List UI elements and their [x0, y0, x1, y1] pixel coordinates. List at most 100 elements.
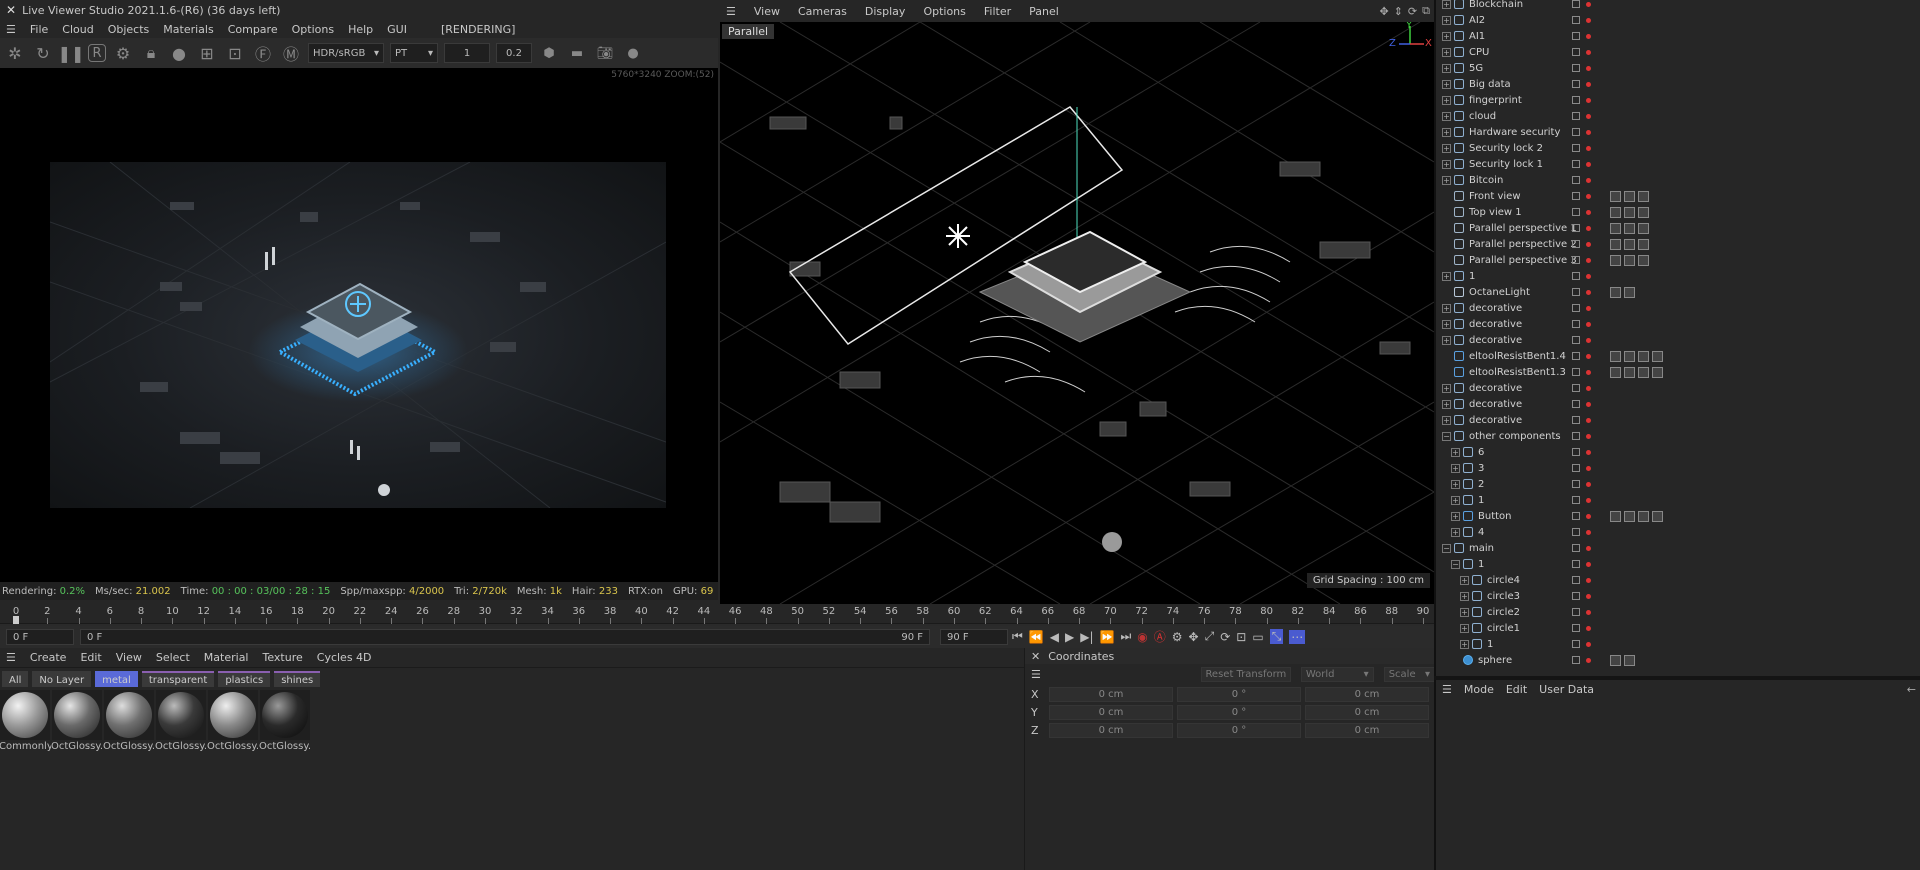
refresh-icon[interactable]: ↻ [32, 42, 54, 64]
record-icon[interactable]: ◉ [1137, 630, 1147, 644]
visibility-check-icon[interactable] [1572, 432, 1580, 440]
tag-icon[interactable] [1624, 510, 1635, 522]
object-row[interactable]: + CPU [1436, 44, 1920, 60]
step-back-icon[interactable]: ◀ [1050, 630, 1059, 644]
visibility-check-icon[interactable] [1572, 544, 1580, 552]
tag-icon[interactable] [1610, 222, 1621, 234]
visibility-check-icon[interactable] [1572, 96, 1580, 104]
expand-icon[interactable]: + [1442, 303, 1451, 313]
expand-icon[interactable]: + [1460, 591, 1469, 601]
key-position-icon[interactable]: ✥ [1189, 630, 1199, 644]
object-row[interactable]: eltoolResistBent1.3 [1436, 364, 1920, 380]
tag-icon[interactable] [1610, 190, 1621, 202]
tag-icon[interactable] [1624, 238, 1635, 250]
render-dot-icon[interactable] [1586, 465, 1591, 471]
render-dot-icon[interactable] [1586, 145, 1591, 151]
lv-menu-gui[interactable]: GUI [387, 23, 407, 36]
visibility-check-icon[interactable] [1572, 112, 1580, 120]
render-dot-icon[interactable] [1586, 561, 1591, 567]
visibility-check-icon[interactable] [1572, 608, 1580, 616]
object-row[interactable]: Parallel perspective 2 [1436, 236, 1920, 252]
object-row[interactable]: + circle3 [1436, 588, 1920, 604]
timeline-ruler[interactable]: 0 2 4 6 8 10 12 14 16 18 20 22 24 26 28 30 32 34 36 38 40 42 4… [0, 604, 1434, 624]
frame-range-bar[interactable]: 0 F 90 F [80, 629, 930, 645]
collapse-icon[interactable]: − [1442, 543, 1451, 553]
expand-icon[interactable]: + [1442, 31, 1451, 41]
render-dot-icon[interactable] [1586, 97, 1591, 103]
layer-tab-all[interactable]: All [2, 671, 29, 687]
expand-icon[interactable]: + [1460, 607, 1469, 617]
render-dot-icon[interactable] [1586, 113, 1591, 119]
lv-menu-help[interactable]: Help [348, 23, 373, 36]
render-view[interactable]: 5760*3240 ZOOM:(52) [0, 68, 718, 582]
expand-icon[interactable]: + [1451, 447, 1460, 457]
scale-select[interactable]: Scale ▾ [1383, 666, 1435, 682]
value-field-2[interactable]: 0.2 [496, 43, 532, 63]
object-row[interactable]: + circle2 [1436, 604, 1920, 620]
expand-icon[interactable]: + [1442, 175, 1451, 185]
maximize-icon[interactable]: ⧉ [1422, 4, 1430, 18]
render-dot-icon[interactable] [1586, 17, 1591, 23]
key-param-icon[interactable]: ⊡ [1236, 630, 1246, 644]
back-arrow-icon[interactable]: ← [1907, 683, 1916, 696]
tag-icon[interactable] [1638, 190, 1649, 202]
tag-icon[interactable] [1624, 190, 1635, 202]
tag-icon[interactable] [1610, 654, 1621, 666]
render-dot-icon[interactable] [1586, 577, 1591, 583]
expand-icon[interactable]: + [1442, 0, 1451, 9]
layer-tab-transparent[interactable]: transparent [141, 671, 215, 687]
object-row[interactable]: −1 [1436, 556, 1920, 572]
visibility-check-icon[interactable] [1572, 496, 1580, 504]
object-row[interactable]: + AI1 [1436, 28, 1920, 44]
move-icon[interactable]: ⇕ [1394, 5, 1403, 18]
object-row[interactable]: + decorative [1436, 412, 1920, 428]
object-row[interactable]: sphere [1436, 652, 1920, 668]
coord-rot-field[interactable]: 0 ° [1177, 722, 1301, 738]
object-row[interactable]: + decorative [1436, 300, 1920, 316]
layer-tab-no-layer[interactable]: No Layer [32, 671, 92, 687]
visibility-check-icon[interactable] [1572, 256, 1580, 264]
lock-icon[interactable]: 🔒︎ [140, 42, 162, 64]
render-dot-icon[interactable] [1586, 257, 1591, 263]
visibility-check-icon[interactable] [1572, 400, 1580, 408]
close-icon[interactable]: ✕ [1031, 650, 1040, 663]
coord-size-field[interactable]: 0 cm [1305, 686, 1429, 702]
tag-icon[interactable] [1610, 350, 1621, 362]
expand-icon[interactable]: + [1442, 415, 1451, 425]
visibility-check-icon[interactable] [1572, 128, 1580, 136]
object-row[interactable]: +1 [1436, 492, 1920, 508]
tag-icon[interactable] [1624, 654, 1635, 666]
value-field-1[interactable]: 1 [444, 43, 490, 63]
tag-icon[interactable] [1624, 350, 1635, 362]
vp-menu-panel[interactable]: Panel [1029, 5, 1059, 18]
object-row[interactable]: +3 [1436, 460, 1920, 476]
hamburger-icon[interactable]: ☰ [6, 651, 16, 664]
kernel-select[interactable]: PT ▾ [390, 43, 438, 63]
reset-transform-button[interactable]: Reset Transform [1200, 666, 1291, 682]
gear-icon[interactable]: ⚙ [112, 42, 134, 64]
expand-icon[interactable]: + [1451, 495, 1460, 505]
tag-icon[interactable] [1610, 206, 1621, 218]
mm-menu-texture[interactable]: Texture [262, 651, 302, 664]
expand-icon[interactable]: + [1442, 335, 1451, 345]
visibility-check-icon[interactable] [1572, 416, 1580, 424]
object-row[interactable]: +1 [1436, 636, 1920, 652]
visibility-check-icon[interactable] [1572, 592, 1580, 600]
pause-icon[interactable]: ❚❚ [58, 42, 85, 64]
lv-menu-cloud[interactable]: Cloud [62, 23, 93, 36]
visibility-check-icon[interactable] [1572, 480, 1580, 488]
coord-pos-field[interactable]: 0 cm [1049, 722, 1173, 738]
material-item[interactable]: Commonly [0, 690, 51, 752]
coord-pos-field[interactable]: 0 cm [1049, 704, 1173, 720]
render-dot-icon[interactable] [1586, 545, 1591, 551]
visibility-check-icon[interactable] [1572, 560, 1580, 568]
tag-icon[interactable] [1610, 238, 1621, 250]
object-icon[interactable]: ⬢ [538, 42, 560, 64]
layer-tab-shines[interactable]: shines [274, 671, 321, 687]
hamburger-icon[interactable]: ☰ [726, 5, 736, 18]
tag-icon[interactable] [1652, 366, 1663, 378]
playhead[interactable] [13, 616, 19, 624]
lv-menu-objects[interactable]: Objects [108, 23, 150, 36]
object-row[interactable]: + decorative [1436, 380, 1920, 396]
vp-menu-display[interactable]: Display [865, 5, 906, 18]
